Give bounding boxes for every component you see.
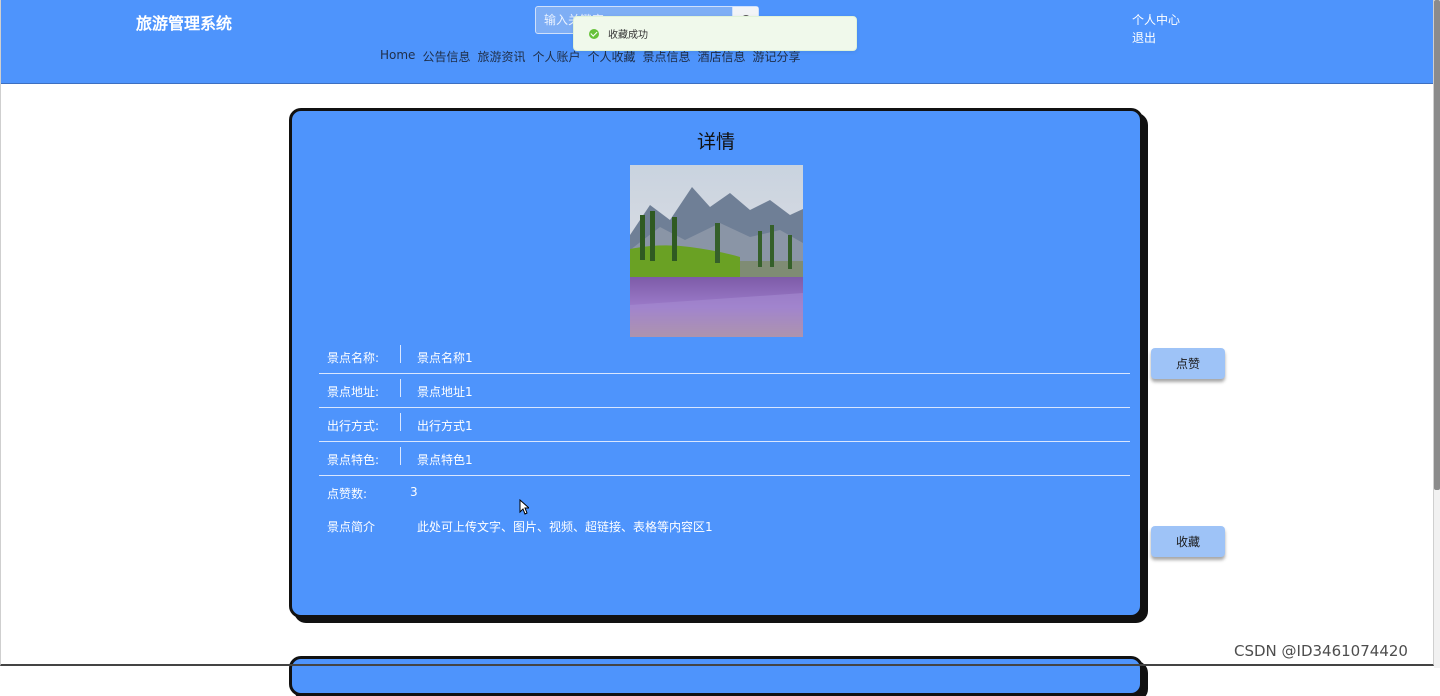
check-circle-icon [589, 28, 599, 39]
detail-row-transport: 出行方式: 出行方式1 [319, 408, 1130, 442]
next-card [289, 656, 1143, 696]
lavender-field-image [630, 165, 803, 337]
favorite-button[interactable]: 收藏 [1151, 526, 1225, 557]
row-divider [400, 345, 401, 363]
watermark: CSDN @ID3461074420 [1234, 642, 1408, 660]
row-value: 景点地址1 [417, 385, 473, 399]
logout-link[interactable]: 退出 [1132, 29, 1180, 47]
detail-row-intro: 景点简介 此处可上传文字、图片、视频、超链接、表格等内容区1 [319, 509, 1130, 542]
row-divider [400, 447, 401, 465]
row-label: 景点特色: [327, 453, 380, 467]
success-toast: 收藏成功 [573, 16, 857, 51]
row-value: 景点特色1 [417, 453, 473, 467]
nav-account[interactable]: 个人账户 [532, 48, 580, 65]
user-center-link[interactable]: 个人中心 [1132, 11, 1180, 29]
page-scrollbar[interactable] [1434, 0, 1440, 668]
nav-travel-news[interactable]: 旅游资讯 [477, 48, 525, 65]
intro-label: 景点简介 [327, 520, 376, 534]
row-divider [400, 379, 401, 397]
site-title: 旅游管理系统 [136, 14, 233, 33]
detail-row-address: 景点地址: 景点地址1 [319, 374, 1130, 408]
row-divider [400, 413, 401, 431]
toast-message: 收藏成功 [608, 30, 648, 41]
intro-content: 此处可上传文字、图片、视频、超链接、表格等内容区1 [417, 520, 713, 534]
detail-row-name: 景点名称: 景点名称1 [319, 340, 1130, 374]
nav-home[interactable]: Home [380, 48, 415, 65]
row-label: 出行方式: [327, 419, 380, 433]
row-value: 景点名称1 [417, 351, 473, 365]
detail-card: 详情 景点名称: 景点名称1 景点地址: 景点地址1 出行方式: 出行方式1 景… [289, 108, 1143, 618]
like-button[interactable]: 点赞 [1151, 348, 1225, 379]
likes-label: 点赞数: [327, 487, 368, 501]
row-label: 景点名称: [327, 351, 380, 365]
detail-row-likes: 点赞数: 3 [319, 476, 1130, 509]
row-label: 景点地址: [327, 385, 380, 399]
detail-rows: 景点名称: 景点名称1 景点地址: 景点地址1 出行方式: 出行方式1 景点特色… [319, 340, 1130, 542]
scrollbar-thumb[interactable] [1434, 0, 1440, 490]
detail-row-feature: 景点特色: 景点特色1 [319, 442, 1130, 476]
mouse-cursor-icon [519, 499, 529, 515]
row-value: 出行方式1 [417, 419, 473, 433]
user-links: 个人中心 退出 [1132, 11, 1180, 47]
likes-count: 3 [410, 485, 418, 499]
nav-announcements[interactable]: 公告信息 [422, 48, 470, 65]
attraction-photo [630, 165, 803, 337]
detail-title: 详情 [696, 131, 735, 153]
